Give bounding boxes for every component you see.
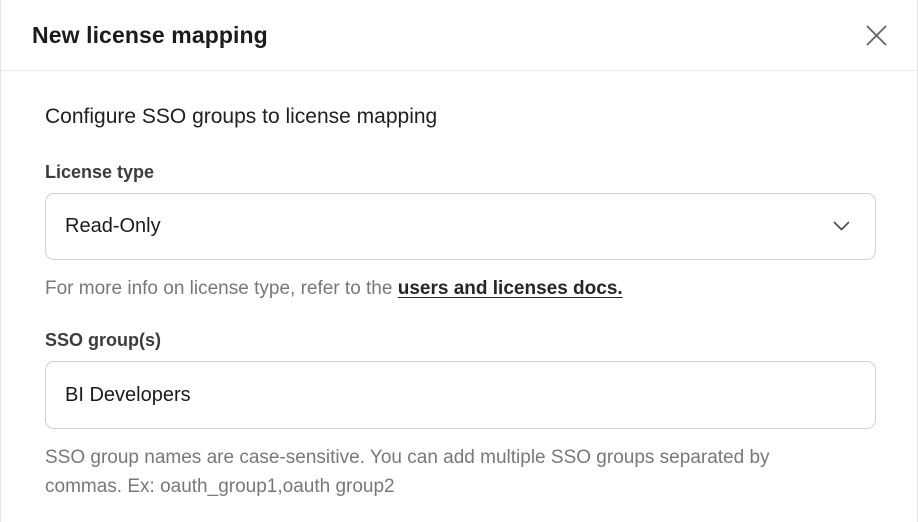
close-button[interactable] <box>862 21 890 49</box>
license-type-label: License type <box>45 161 876 183</box>
modal-body: Configure SSO groups to license mapping … <box>1 71 917 501</box>
license-type-select[interactable]: Read-Only <box>45 193 876 260</box>
license-type-help-prefix: For more info on license type, refer to … <box>45 278 398 299</box>
sso-groups-label: SSO group(s) <box>45 329 876 351</box>
modal-header: New license mapping <box>1 0 917 71</box>
new-license-mapping-modal: New license mapping Configure SSO groups… <box>0 0 918 522</box>
sso-groups-help-text: SSO group names are case-sensitive. You … <box>45 443 835 501</box>
close-icon <box>864 23 889 48</box>
license-type-help-text: For more info on license type, refer to … <box>45 274 876 303</box>
license-type-field-group: License type Read-Only For more info on … <box>45 161 876 303</box>
license-type-selected-value: Read-Only <box>65 215 161 238</box>
sso-groups-input[interactable] <box>45 361 876 429</box>
section-heading: Configure SSO groups to license mapping <box>45 103 876 131</box>
modal-title: New license mapping <box>32 22 268 49</box>
users-and-licenses-docs-link[interactable]: users and licenses docs. <box>398 278 623 299</box>
chevron-down-icon <box>833 221 850 232</box>
sso-groups-field-group: SSO group(s) SSO group names are case-se… <box>45 329 876 501</box>
